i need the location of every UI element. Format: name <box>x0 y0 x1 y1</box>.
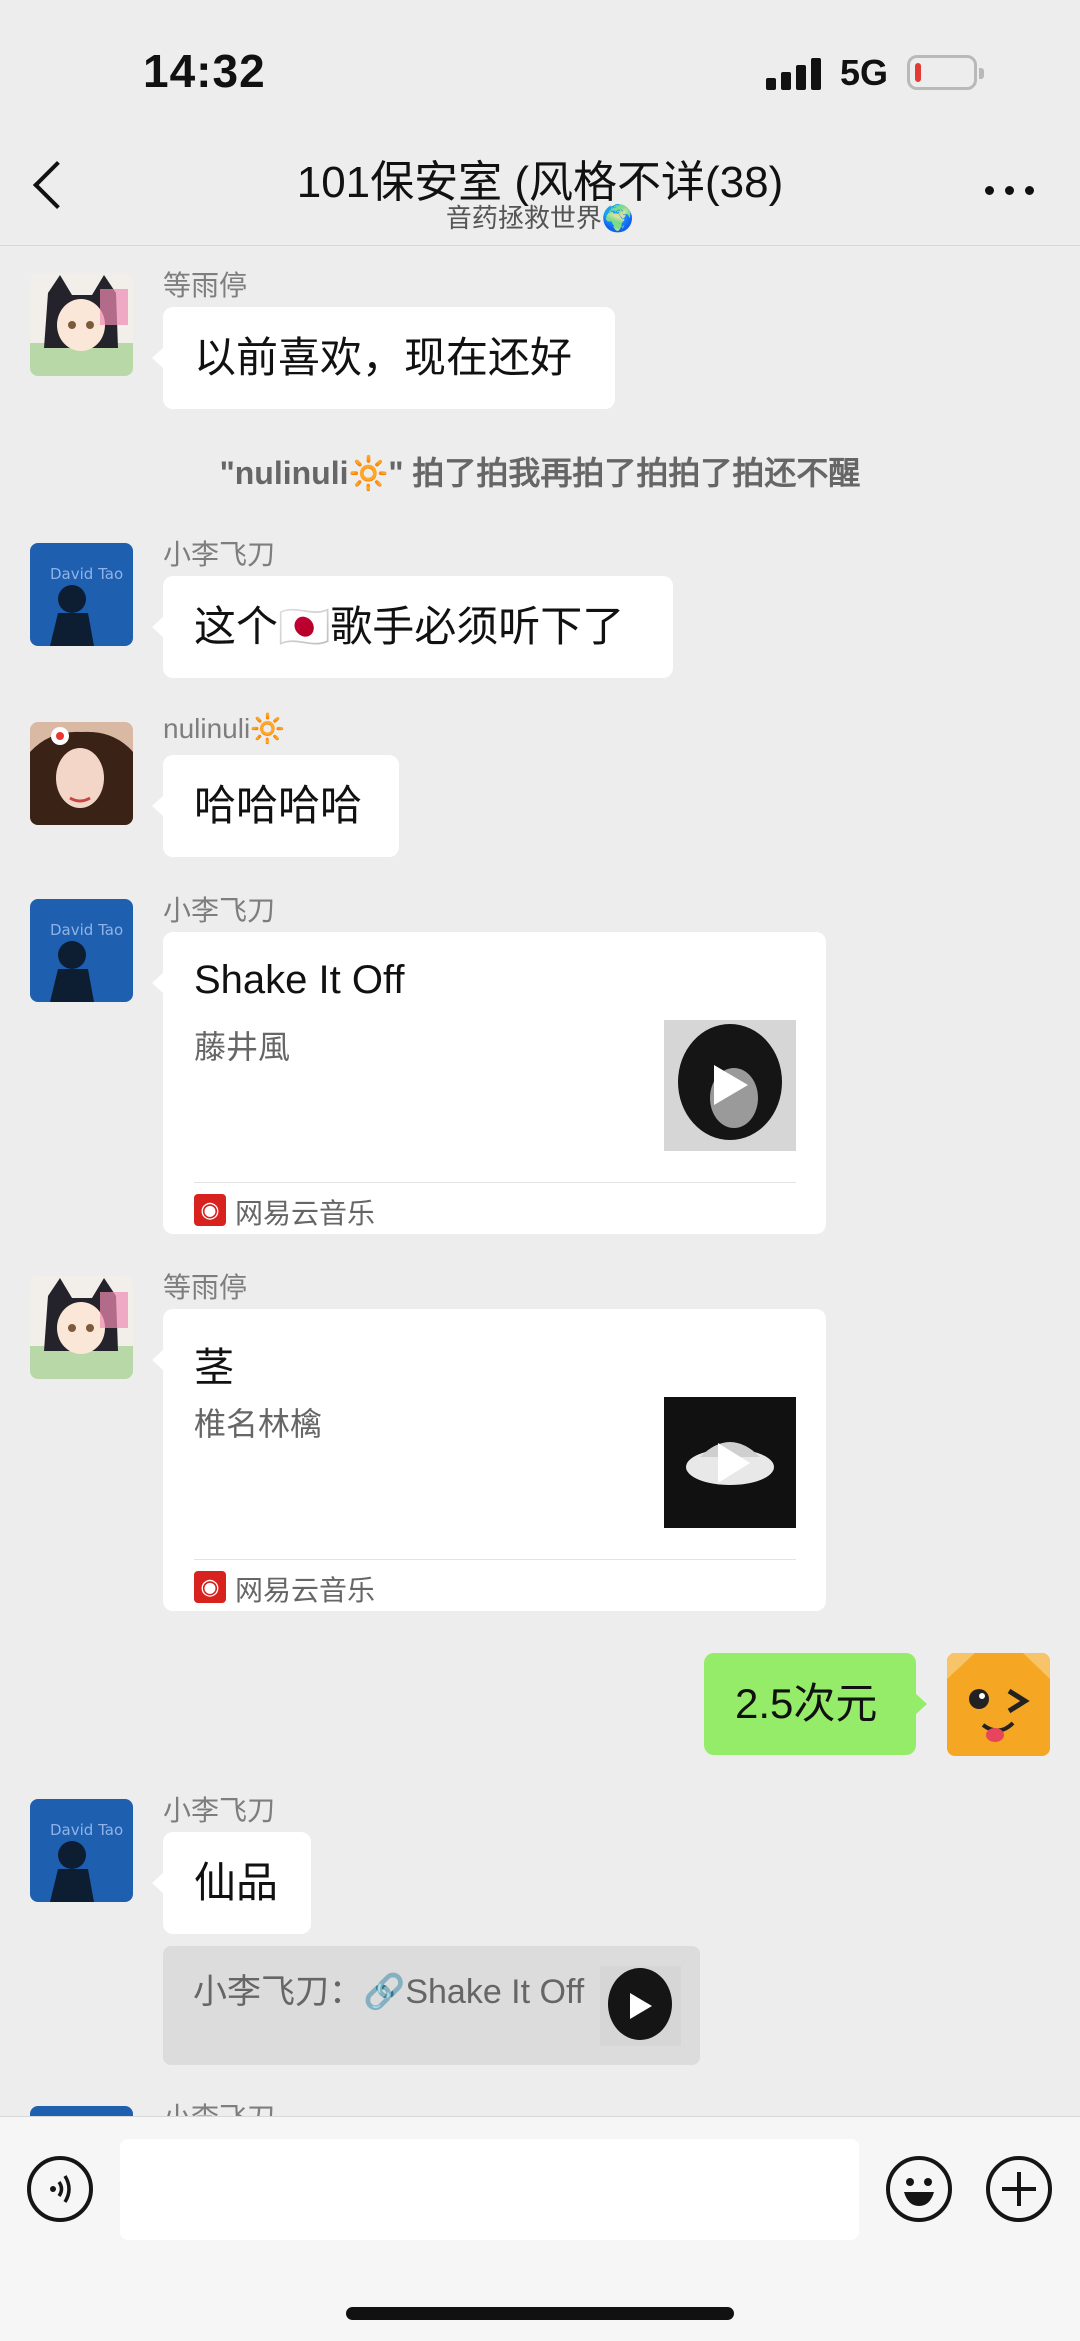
music-artist: 椎名林檎 <box>194 1406 323 1442</box>
avatar[interactable]: David Tao <box>30 543 133 646</box>
svg-text:David Tao: David Tao <box>50 921 123 939</box>
plus-icon[interactable] <box>986 2156 1052 2222</box>
sender-name: 小李飞刀 <box>163 2096 275 2116</box>
divider <box>194 1559 796 1560</box>
music-title: 茎 <box>194 1346 234 1390</box>
sender-name: 小李飞刀 <box>163 1795 276 1826</box>
album-cover[interactable] <box>664 1397 796 1528</box>
music-card[interactable]: 茎 椎名林檎 ◉ 网易云音乐 <box>152 1309 826 1611</box>
voice-icon[interactable] <box>27 2156 93 2222</box>
message-bubble[interactable]: 以前喜欢，现在还好 <box>152 307 615 409</box>
chat-subtitle: 音药拯救世界🌍 <box>445 203 635 233</box>
music-title: Shake It Off <box>194 958 405 1002</box>
avatar[interactable]: David Tao <box>30 899 133 1002</box>
sender-name: 小李飞刀 <box>163 539 276 570</box>
svg-text:David Tao: David Tao <box>50 565 123 583</box>
sender-name: 等雨停 <box>163 270 248 301</box>
sender-name: 小李飞刀 <box>163 895 276 926</box>
my-message-bubble[interactable]: 2.5次元 <box>704 1653 927 1755</box>
home-indicator[interactable] <box>346 2307 734 2320</box>
status-bar: 14:32 5G <box>0 0 1080 130</box>
quoted-message[interactable]: 小李飞刀：🔗Shake It Off <box>163 1946 700 2065</box>
sender-name: nulinuli🔆 <box>163 713 286 744</box>
avatar[interactable]: David Tao <box>30 1799 133 1902</box>
avatar[interactable] <box>30 722 133 825</box>
divider <box>194 1182 796 1183</box>
svg-text:David Tao: David Tao <box>50 1821 123 1839</box>
message-bubble[interactable]: 这个🇯🇵歌手必须听下了 <box>152 576 673 678</box>
music-source: 网易云音乐 <box>235 1575 376 1606</box>
message-bubble[interactable]: 哈哈哈哈 <box>152 755 399 857</box>
battery-icon <box>907 55 984 90</box>
sender-name: 等雨停 <box>163 1272 248 1303</box>
album-cover[interactable] <box>664 1020 796 1151</box>
music-artist: 藤井風 <box>194 1029 291 1065</box>
message-input[interactable] <box>120 2139 859 2240</box>
quote-thumbnail <box>600 1966 681 2046</box>
avatar[interactable] <box>30 273 133 376</box>
music-source: 网易云音乐 <box>235 1198 376 1229</box>
system-message: "nulinuli🔆" 拍了拍我再拍了拍拍了拍还不醒 <box>219 455 861 491</box>
more-icon[interactable] <box>985 186 1035 196</box>
cellular-signal-icon <box>766 58 824 90</box>
netease-music-icon: ◉ <box>194 1571 226 1603</box>
netease-music-icon: ◉ <box>194 1194 226 1226</box>
avatar[interactable] <box>30 2106 133 2116</box>
chat-header: 101保安室 (风格不详(38) 音药拯救世界🌍 <box>0 130 1080 246</box>
avatar[interactable] <box>30 1276 133 1379</box>
network-type: 5G <box>840 52 889 93</box>
quote-text: 小李飞刀：🔗Shake It Off <box>193 1973 585 2011</box>
message-bubble[interactable]: 仙品 <box>152 1832 311 1934</box>
status-time: 14:32 <box>143 45 266 97</box>
my-avatar[interactable] <box>947 1653 1050 1756</box>
music-card[interactable]: Shake It Off 藤井風 ◉ 网易云音乐 <box>152 932 826 1234</box>
emoji-icon[interactable] <box>886 2156 952 2222</box>
